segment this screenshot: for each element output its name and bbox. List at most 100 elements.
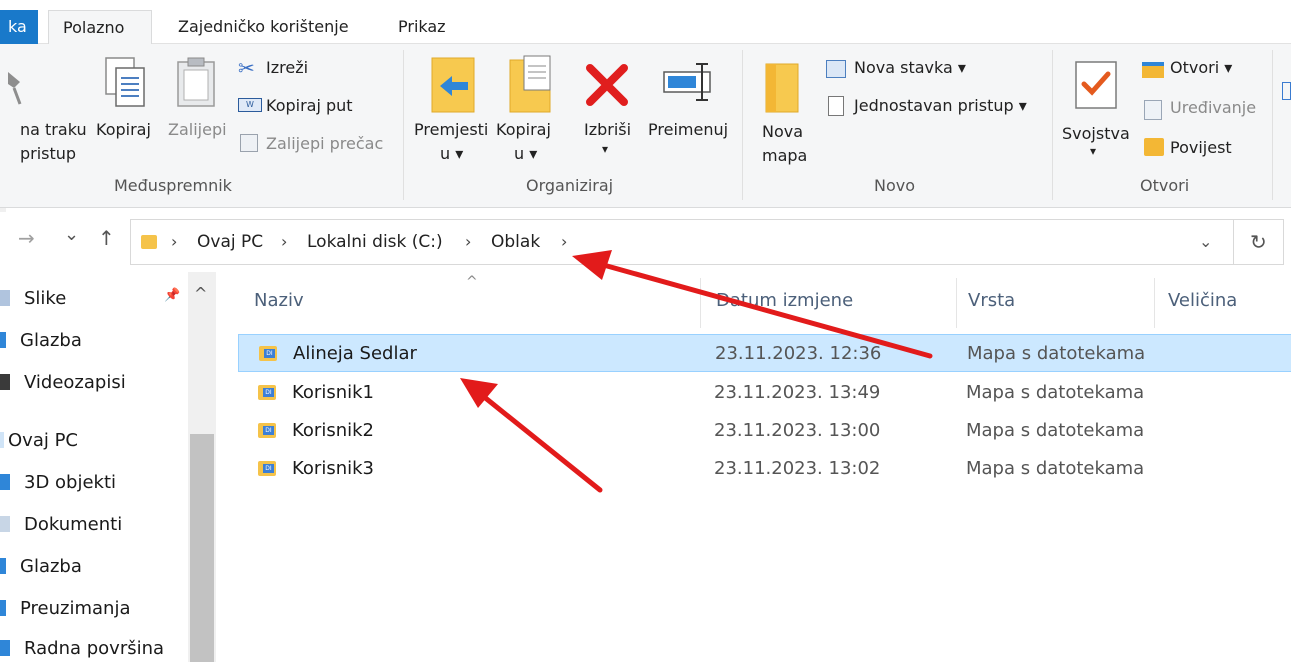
breadcrumb-this-pc[interactable]: Ovaj PC	[197, 232, 263, 252]
rename-icon[interactable]	[662, 58, 716, 108]
copy-to-button[interactable]: Kopiraj	[496, 120, 551, 139]
open-button[interactable]: Otvori ▾	[1170, 58, 1232, 77]
cut-button[interactable]: Izreži	[266, 58, 308, 77]
file-date: 23.11.2023. 13:00	[714, 420, 881, 441]
sidebar-scroll-thumb[interactable]	[190, 434, 214, 662]
tab-home[interactable]: Polazno	[48, 10, 152, 45]
open-group-label: Otvori	[1140, 176, 1190, 195]
file-name: Korisnik2	[292, 420, 374, 441]
ribbon-tab-bar: ka Polazno Zajedničko korištenje Prikaz	[0, 0, 1291, 45]
music-icon	[0, 558, 6, 574]
breadcrumb-local-disk[interactable]: Lokalni disk (C:)	[307, 232, 443, 252]
group-divider	[1052, 50, 1053, 200]
sidebar-item-music[interactable]: Glazba	[0, 330, 82, 351]
new-item-button[interactable]: Nova stavka ▾	[854, 58, 966, 77]
navigation-pane: 📌 ^ Slike Glazba Videozapisi Ovaj PC 3D …	[0, 272, 216, 662]
sidebar-item-pictures[interactable]: Slike	[0, 288, 66, 309]
tab-view[interactable]: Prikaz	[398, 10, 446, 44]
breadcrumb-separator[interactable]: ›	[281, 232, 287, 251]
file-type: Mapa s datotekama	[966, 420, 1145, 441]
breadcrumb-separator[interactable]: ›	[465, 232, 471, 251]
computer-icon	[0, 432, 4, 448]
copy-path-button[interactable]: Kopiraj put	[266, 96, 353, 115]
copy-icon[interactable]	[104, 56, 148, 110]
file-date: 23.11.2023. 13:49	[714, 382, 881, 403]
column-divider[interactable]	[956, 278, 957, 328]
file-row[interactable]: Korisnik1 23.11.2023. 13:49 Mapa s datot…	[238, 374, 1291, 412]
easy-access-button[interactable]: Jednostavan pristup ▾	[854, 96, 1027, 115]
documents-icon	[0, 516, 10, 532]
rename-button[interactable]: Preimenuj	[648, 120, 728, 139]
refresh-button[interactable]: ↻	[1250, 230, 1267, 254]
folder-icon	[258, 385, 276, 400]
scroll-up-button[interactable]: ^	[194, 284, 207, 303]
history-icon	[1144, 138, 1164, 156]
new-folder-button[interactable]: Nova	[762, 122, 803, 141]
new-folder-icon[interactable]	[762, 60, 802, 114]
file-date: 23.11.2023. 13:02	[714, 458, 881, 479]
history-button[interactable]: Povijest	[1170, 138, 1232, 157]
paste-shortcut-button[interactable]: Zalijepi prečac	[266, 134, 383, 153]
address-row: → ⌄ ↑ › Ovaj PC › Lokalni disk (C:) › Ob…	[0, 212, 1291, 272]
column-header-date[interactable]: Datum izmjene	[716, 290, 853, 311]
pin-icon	[8, 72, 22, 105]
sidebar-item-music-2[interactable]: Glazba	[0, 556, 82, 577]
copy-to-icon[interactable]	[508, 54, 556, 114]
delete-icon[interactable]	[584, 62, 630, 108]
column-header-size[interactable]: Veličina	[1168, 290, 1237, 311]
folder-icon	[141, 235, 157, 249]
edit-button[interactable]: Uređivanje	[1170, 98, 1256, 117]
pin-to-quick-access-label-2[interactable]: pristup	[20, 144, 76, 163]
properties-caret[interactable]: ▾	[1090, 144, 1096, 158]
breadcrumb-oblak[interactable]: Oblak	[491, 232, 540, 252]
sidebar-item-this-pc[interactable]: Ovaj PC	[0, 430, 78, 451]
sidebar-item-downloads[interactable]: Preuzimanja	[0, 598, 130, 619]
up-button[interactable]: ↑	[98, 226, 115, 250]
sidebar-item-videos[interactable]: Videozapisi	[0, 372, 126, 393]
desktop-icon	[0, 640, 10, 656]
column-divider[interactable]	[1154, 278, 1155, 328]
file-row[interactable]: Korisnik3 23.11.2023. 13:02 Mapa s datot…	[238, 450, 1291, 488]
breadcrumb-separator[interactable]: ›	[171, 232, 177, 251]
file-type: Mapa s datotekama	[967, 343, 1146, 364]
sidebar-item-3d-objects[interactable]: 3D objekti	[0, 472, 116, 493]
column-divider[interactable]	[700, 278, 701, 328]
file-name: Korisnik1	[292, 382, 374, 403]
breadcrumb-separator[interactable]: ›	[561, 232, 567, 251]
properties-button[interactable]: Svojstva	[1062, 124, 1130, 143]
column-header-name[interactable]: Naziv	[254, 290, 304, 311]
recent-locations-button[interactable]: ⌄	[64, 224, 79, 245]
pin-icon[interactable]: 📌	[164, 288, 180, 303]
pin-to-quick-access-label-1[interactable]: na traku	[20, 120, 87, 139]
open-icon	[1142, 62, 1164, 78]
file-type: Mapa s datotekama	[966, 458, 1145, 479]
copy-to-caret[interactable]: u ▾	[514, 144, 537, 163]
back-button[interactable]: →	[18, 226, 35, 250]
file-name: Korisnik3	[292, 458, 374, 479]
delete-button[interactable]: Izbriši	[584, 120, 631, 139]
address-dropdown-button[interactable]: ⌄	[1199, 232, 1212, 251]
column-header-type[interactable]: Vrsta	[968, 290, 1015, 311]
move-to-icon[interactable]	[430, 56, 478, 114]
refresh-box: ↻	[1234, 219, 1284, 265]
file-row[interactable]: Korisnik2 23.11.2023. 13:00 Mapa s datot…	[238, 412, 1291, 450]
ribbon: na traku pristup Kopiraj Zalijepi ✂ Izre…	[0, 44, 1291, 208]
sidebar-item-desktop[interactable]: Radna površina	[0, 638, 164, 659]
properties-icon[interactable]	[1072, 58, 1122, 112]
paste-button[interactable]: Zalijepi	[168, 120, 227, 139]
sidebar-item-documents[interactable]: Dokumenti	[0, 514, 122, 535]
paste-icon[interactable]	[174, 56, 218, 110]
move-to-caret[interactable]: u ▾	[440, 144, 463, 163]
videos-icon	[0, 374, 10, 390]
folder-icon	[258, 423, 276, 438]
address-bar[interactable]: › Ovaj PC › Lokalni disk (C:) › Oblak › …	[130, 219, 1234, 265]
move-to-button[interactable]: Premjesti	[414, 120, 488, 139]
copy-button[interactable]: Kopiraj	[96, 120, 151, 139]
tab-file[interactable]: ka	[0, 10, 38, 44]
new-folder-button-line2[interactable]: mapa	[762, 146, 807, 165]
tab-share[interactable]: Zajedničko korištenje	[178, 10, 349, 44]
delete-caret[interactable]: ▾	[602, 142, 608, 156]
file-row-selected[interactable]: Alineja Sedlar 23.11.2023. 12:36 Mapa s …	[238, 334, 1291, 372]
folder-icon	[258, 461, 276, 476]
copy-path-icon: W	[238, 98, 262, 112]
